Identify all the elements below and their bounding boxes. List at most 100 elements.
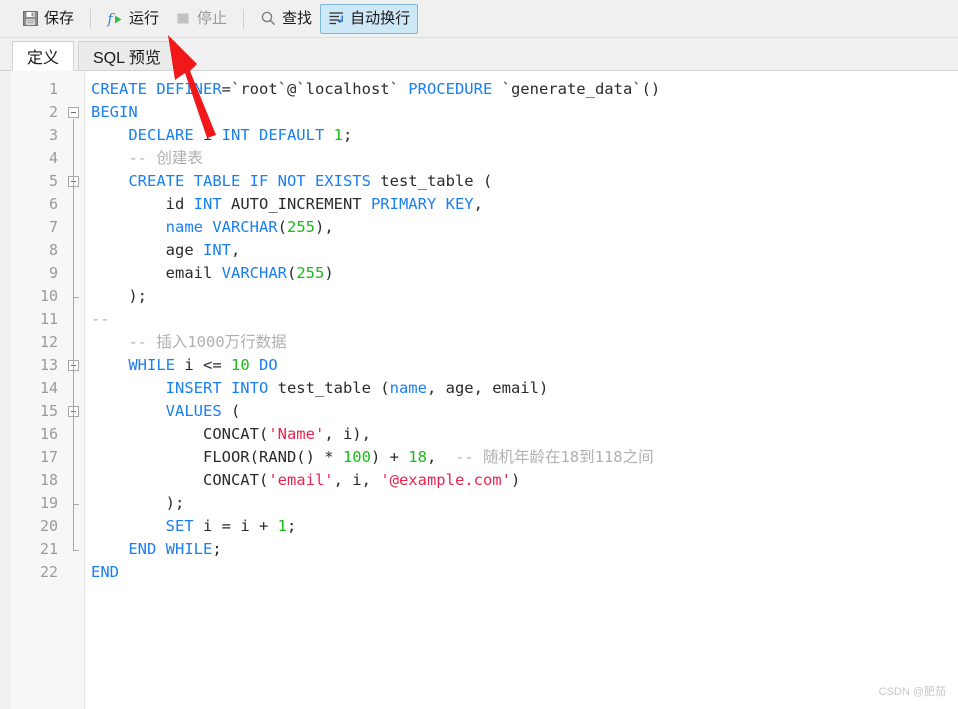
code-token-pln	[324, 126, 333, 144]
code-token-pln: FLOOR(RAND() *	[91, 448, 343, 466]
code-token-pln: );	[91, 287, 147, 305]
code-folding-gutter[interactable]	[64, 71, 85, 709]
code-token-pln	[91, 218, 166, 236]
stop-button[interactable]: 停止	[167, 4, 235, 34]
code-token-cmt: -- 插入1000万行数据	[128, 333, 287, 351]
code-line[interactable]: WHILE i <= 10 DO	[91, 354, 277, 377]
code-line[interactable]: --	[91, 308, 110, 331]
code-token-kw: CREATE TABLE IF NOT EXISTS	[128, 172, 371, 190]
code-token-kw: SET	[165, 517, 194, 535]
code-token-kw: INT DEFAULT	[221, 126, 325, 144]
code-token-pln: AUTO_INCREMENT	[221, 195, 371, 213]
code-line[interactable]: END	[91, 561, 119, 584]
code-line[interactable]: );	[91, 285, 147, 308]
line-number: 9	[48, 264, 58, 282]
find-button-label: 查找	[282, 10, 313, 27]
line-number: 3	[48, 126, 58, 144]
code-token-num: 10	[231, 356, 250, 374]
code-token-pln: ,	[230, 241, 241, 259]
code-line[interactable]: CREATE TABLE IF NOT EXISTS test_table (	[91, 170, 492, 193]
code-token-num: 255	[296, 264, 325, 282]
code-content-area[interactable]: CREATE DEFINER=`root`@`localhost` PROCED…	[85, 71, 958, 709]
run-button[interactable]: f 运行	[99, 4, 167, 34]
tab-sql-preview[interactable]: SQL 预览	[78, 41, 176, 71]
code-token-pln: (	[221, 402, 241, 420]
tab-definition[interactable]: 定义	[12, 41, 75, 71]
line-number: 14	[39, 379, 58, 397]
code-token-pln: age	[91, 241, 203, 259]
line-number: 1	[48, 80, 58, 98]
word-wrap-icon	[328, 10, 345, 27]
code-token-pln: i	[193, 126, 222, 144]
code-line[interactable]: DECLARE i INT DEFAULT 1;	[91, 124, 352, 147]
code-line[interactable]: END WHILE;	[91, 538, 221, 561]
run-button-label: 运行	[129, 10, 160, 27]
line-number-gutter: 1 2 3 4 5 6 7 8 9 10 11 12 13 14 15 16 17 18 19 20 21 22	[10, 71, 64, 709]
code-line[interactable]: INSERT INTO test_table (name, age, email…	[91, 377, 549, 400]
code-line[interactable]: id INT AUTO_INCREMENT PRIMARY KEY,	[91, 193, 483, 216]
code-token-num: 255	[286, 218, 315, 236]
code-token-pln: =`root`@`localhost`	[221, 80, 409, 98]
code-token-pln: i = i +	[193, 517, 278, 535]
sql-editor[interactable]: 1 2 3 4 5 6 7 8 9 10 11 12 13 14 15 16 17 18 19 20 21 22 CREA…	[10, 71, 958, 709]
tab-bar: 定义 SQL 预览	[0, 38, 958, 71]
code-line[interactable]: VALUES (	[91, 400, 241, 423]
svg-text:f: f	[107, 12, 116, 28]
code-token-pln	[91, 402, 166, 420]
find-button[interactable]: 查找	[252, 4, 320, 34]
stop-square-icon	[175, 10, 192, 27]
search-icon	[260, 10, 277, 27]
code-token-pln: id	[91, 195, 194, 213]
code-token-pln: )	[510, 471, 521, 489]
code-token-num: 1	[333, 126, 343, 144]
code-line[interactable]: CONCAT('email', i, '@example.com')	[91, 469, 520, 492]
fold-range-line	[73, 187, 74, 297]
code-token-pln: , i),	[324, 425, 371, 443]
watermark: CSDN @肥茄	[878, 686, 946, 698]
code-token-pln	[91, 517, 166, 535]
code-line[interactable]: age INT,	[91, 239, 241, 262]
code-line[interactable]: );	[91, 492, 185, 515]
word-wrap-toggle[interactable]: 自动换行	[320, 3, 419, 34]
code-line[interactable]: name VARCHAR(255),	[91, 216, 334, 239]
code-token-kw: BEGIN	[91, 103, 138, 121]
code-line[interactable]: CREATE DEFINER=`root`@`localhost` PROCED…	[91, 78, 660, 101]
code-token-pln: (	[286, 264, 297, 282]
code-token-kw: WHILE	[128, 356, 175, 374]
fold-range-end	[73, 549, 79, 551]
code-line[interactable]: -- 插入1000万行数据	[91, 331, 287, 354]
line-number: 4	[48, 149, 58, 167]
code-token-kw: INT	[193, 195, 222, 213]
code-token-pln: , i,	[333, 471, 381, 489]
code-token-pln: (	[277, 218, 287, 236]
line-number: 11	[39, 310, 58, 328]
word-wrap-label: 自动换行	[350, 10, 411, 27]
code-token-kw: END WHILE	[128, 540, 213, 558]
code-token-pln: ;	[287, 517, 297, 535]
code-token-pln	[91, 172, 128, 190]
save-button[interactable]: 保存	[14, 4, 82, 34]
code-token-cmt: --	[91, 310, 110, 328]
code-line[interactable]: BEGIN	[91, 101, 138, 124]
code-token-kw: END	[91, 563, 119, 581]
code-token-kw: name	[389, 379, 427, 397]
function-run-icon: f	[107, 10, 124, 27]
code-token-num: 18	[408, 448, 427, 466]
code-token-pln: CONCAT(	[91, 471, 269, 489]
fold-toggle-icon[interactable]	[68, 107, 79, 118]
code-token-str: 'Name'	[268, 425, 325, 443]
line-number: 15	[39, 402, 58, 420]
line-number: 2	[48, 103, 58, 121]
code-line[interactable]: -- 创建表	[91, 147, 203, 170]
code-line[interactable]: FLOOR(RAND() * 100) + 18, -- 随机年龄在18到118…	[91, 446, 654, 469]
code-line[interactable]: CONCAT('Name', i),	[91, 423, 371, 446]
code-line[interactable]: email VARCHAR(255)	[91, 262, 334, 285]
code-token-pln: , age, email)	[426, 379, 549, 397]
line-number: 20	[39, 517, 58, 535]
code-line[interactable]: SET i = i + 1;	[91, 515, 297, 538]
code-token-str: 'email'	[268, 471, 334, 489]
code-token-pln: email	[91, 264, 222, 282]
code-token-kw: DECLARE	[128, 126, 194, 144]
line-number: 21	[39, 540, 58, 558]
toolbar-separator-1	[90, 8, 92, 29]
